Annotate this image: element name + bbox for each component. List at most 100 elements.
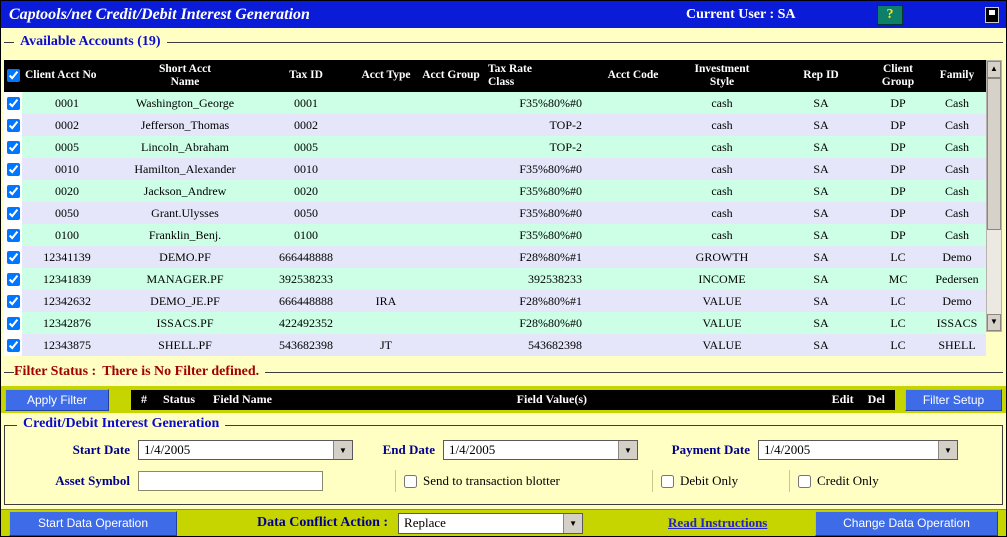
cell-acct-group (418, 114, 484, 136)
cell-acct-type (354, 114, 418, 136)
accounts-table-wrap: Client Acct No Short Acct Name Tax ID Ac… (4, 60, 1003, 356)
account-row[interactable]: 12343875 SHELL.PF 543682398 JT 543682398… (4, 334, 986, 356)
title-bar: Captools/net Credit/Debit Interest Gener… (1, 1, 1006, 28)
cell-acct-group (418, 158, 484, 180)
row-checkbox[interactable] (6, 141, 20, 155)
cell-family: SHELL (938, 337, 976, 352)
cell-client-acct-no: 0001 (55, 95, 79, 110)
account-row[interactable]: 0001 Washington_George 0001 F35%80%#0 ca… (4, 92, 986, 114)
page-title: Captools/net Credit/Debit Interest Gener… (9, 5, 310, 23)
col-header-client-group: Client Group (868, 60, 928, 92)
filter-col-field-values: Field Value(s) (516, 392, 587, 406)
row-checkbox[interactable] (6, 295, 20, 309)
cell-short-acct-name: Jackson_Andrew (143, 183, 227, 198)
row-checkbox[interactable] (6, 119, 20, 133)
cell-short-acct-name: Franklin_Benj. (148, 227, 222, 242)
filter-col-number: # (141, 392, 147, 406)
chevron-down-icon[interactable]: ▼ (333, 441, 352, 459)
cell-investment-style: VALUE (702, 315, 742, 330)
row-checkbox[interactable] (6, 163, 20, 177)
send-to-blotter-checkbox[interactable] (404, 474, 417, 488)
row-checkbox[interactable] (6, 207, 20, 221)
cell-acct-code (596, 312, 670, 334)
chevron-down-icon[interactable]: ▼ (938, 441, 957, 459)
data-conflict-action-select[interactable]: Replace ▼ (398, 512, 584, 534)
payment-date-combobox[interactable]: 1/4/2005 ▼ (758, 440, 958, 460)
cell-tax-id: 0001 (294, 95, 318, 110)
accounts-table: Client Acct No Short Acct Name Tax ID Ac… (4, 60, 986, 356)
cell-family: Cash (945, 183, 969, 198)
end-date-combobox[interactable]: 1/4/2005 ▼ (443, 440, 638, 460)
row-checkbox[interactable] (6, 229, 20, 243)
row-select-cell (4, 312, 22, 334)
start-data-operation-button[interactable]: Start Data Operation (9, 510, 177, 536)
cell-acct-group (418, 290, 484, 312)
row-checkbox[interactable] (6, 339, 20, 353)
cell-tax-id: 0002 (294, 117, 318, 132)
row-checkbox[interactable] (6, 251, 20, 265)
cell-investment-style: cash (711, 183, 733, 198)
account-row[interactable]: 0020 Jackson_Andrew 0020 F35%80%#0 cash … (4, 180, 986, 202)
row-checkbox[interactable] (6, 317, 20, 331)
chevron-down-icon[interactable]: ▼ (563, 513, 583, 533)
scroll-down-icon[interactable]: ▼ (987, 314, 1001, 331)
cell-acct-code (596, 136, 670, 158)
account-row[interactable]: 12341839 MANAGER.PF 392538233 392538233 … (4, 268, 986, 290)
apply-filter-button[interactable]: Apply Filter (5, 388, 109, 411)
filter-setup-button[interactable]: Filter Setup (905, 388, 1002, 411)
account-row[interactable]: 12342632 DEMO_JE.PF 666448888 IRA F28%80… (4, 290, 986, 312)
account-row[interactable]: 0002 Jefferson_Thomas 0002 TOP-2 cash SA… (4, 114, 986, 136)
cell-client-group: LC (890, 249, 906, 264)
chevron-down-icon[interactable]: ▼ (618, 441, 637, 459)
start-date-combobox[interactable]: 1/4/2005 ▼ (138, 440, 353, 460)
cell-client-acct-no: 0100 (55, 227, 79, 242)
col-header-acct-code: Acct Code (596, 60, 670, 92)
account-row[interactable]: 12342876 ISSACS.PF 422492352 F28%80%#0 V… (4, 312, 986, 334)
table-scrollbar[interactable]: ▲ ▼ (986, 60, 1002, 332)
row-select-cell (4, 268, 22, 290)
help-icon[interactable]: ? (877, 5, 903, 25)
account-row[interactable]: 0005 Lincoln_Abraham 0005 TOP-2 cash SA … (4, 136, 986, 158)
asset-symbol-input[interactable] (138, 471, 323, 491)
scrollbar-track[interactable] (987, 230, 1001, 314)
credit-only-checkbox-cell: Credit Only (789, 470, 918, 492)
cell-rep-id: SA (813, 161, 829, 176)
cell-acct-type (354, 158, 418, 180)
change-data-operation-button[interactable]: Change Data Operation (815, 510, 998, 536)
debit-only-checkbox[interactable] (661, 474, 674, 488)
data-conflict-action-value: Replace (404, 514, 446, 530)
filter-col-del: Del (867, 392, 885, 406)
col-header-tax-id: Tax ID (258, 60, 354, 92)
col-header-investment-style: Investment Style (670, 60, 774, 92)
generation-section: Credit/Debit Interest Generation Start D… (1, 413, 1006, 509)
cell-rep-id: SA (813, 293, 829, 308)
cell-tax-id: 0020 (294, 183, 318, 198)
account-row[interactable]: 0010 Hamilton_Alexander 0010 F35%80%#0 c… (4, 158, 986, 180)
cell-rep-id: SA (813, 271, 829, 286)
select-all-checkbox[interactable] (6, 69, 20, 83)
account-row[interactable]: 0100 Franklin_Benj. 0100 F35%80%#0 cash … (4, 224, 986, 246)
scroll-up-icon[interactable]: ▲ (987, 61, 1001, 78)
account-row[interactable]: 0050 Grant.Ulysses 0050 F35%80%#0 cash S… (4, 202, 986, 224)
row-select-cell (4, 246, 22, 268)
cell-tax-rate-class: F35%80%#0 (519, 227, 582, 242)
cell-acct-code (596, 92, 670, 114)
start-date-label: Start Date (72, 442, 130, 457)
cell-rep-id: SA (813, 249, 829, 264)
account-row[interactable]: 12341139 DEMO.PF 666448888 F28%80%#1 GRO… (4, 246, 986, 268)
credit-only-checkbox[interactable] (798, 474, 811, 488)
cell-client-group: DP (890, 227, 906, 242)
cell-client-group: LC (890, 315, 906, 330)
accounts-group-title: Available Accounts (19) (20, 34, 161, 49)
cell-client-group: MC (888, 271, 908, 286)
window-icon[interactable] (985, 7, 999, 23)
cell-investment-style: GROWTH (695, 249, 749, 264)
row-checkbox[interactable] (6, 185, 20, 199)
cell-family: Demo (942, 249, 972, 264)
read-instructions-link[interactable]: Read Instructions (668, 515, 767, 531)
filter-col-edit: Edit (831, 392, 854, 406)
row-checkbox[interactable] (6, 273, 20, 287)
filter-status-label: Filter Status : (14, 364, 97, 379)
scrollbar-thumb[interactable] (987, 78, 1001, 230)
row-checkbox[interactable] (6, 97, 20, 111)
